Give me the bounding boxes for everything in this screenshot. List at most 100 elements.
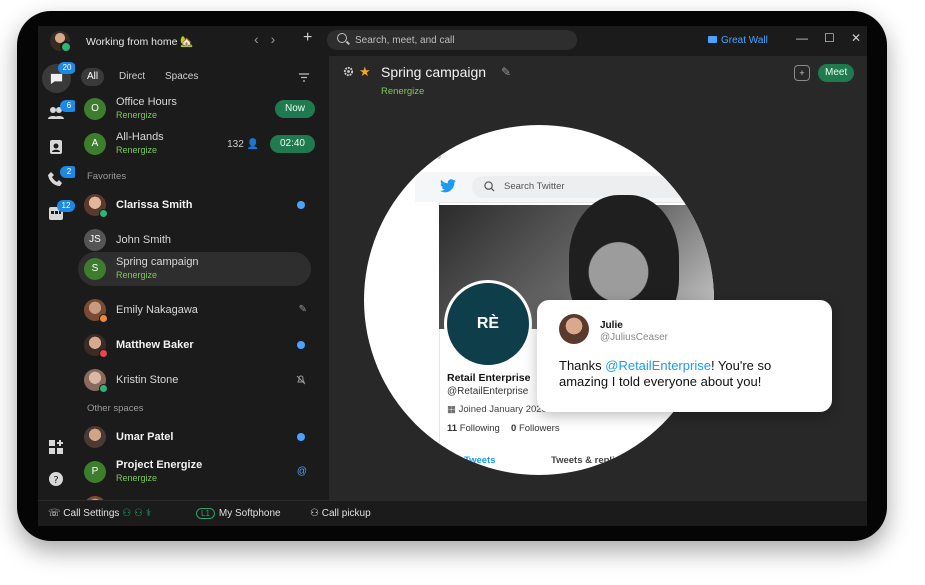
call-settings[interactable]: ☏ Call Settings ⚇ ⚇ ⚕ (48, 508, 151, 519)
filter-direct[interactable]: Direct (113, 68, 151, 86)
item-name: Kristin Stone (116, 374, 179, 386)
item-team: Renergize (116, 145, 158, 155)
window-dot (437, 155, 441, 159)
contacts-icon[interactable] (47, 138, 65, 156)
tab-tweets: Tweets (464, 455, 496, 466)
profile-handle: @RetailEnterprise (447, 386, 529, 397)
list-item-matthew-baker[interactable]: Matthew Baker (78, 328, 311, 362)
meetings-badge: 12 (57, 200, 75, 212)
unread-indicator (297, 433, 305, 441)
draft-pencil-icon: ✎ (298, 304, 307, 315)
item-name: Emily Nakagawa (116, 304, 198, 316)
tweet-author-handle: @JuliusCeaser (600, 332, 668, 343)
item-name: Clarissa Smith (116, 199, 193, 211)
status-message[interactable]: Working from home 🏡 (86, 35, 193, 48)
meet-button[interactable]: Meet (818, 64, 855, 82)
following-label: Following (459, 423, 500, 434)
my-avatar[interactable] (50, 31, 72, 53)
search-input[interactable]: Search, meet, and call (327, 30, 577, 50)
item-name: All-Hands (116, 131, 164, 143)
location-icon (708, 36, 717, 43)
favorite-star-icon[interactable]: ★ (359, 64, 371, 80)
settings-gear-icon[interactable] (343, 66, 354, 77)
list-item-kristin-stone[interactable]: Kristin Stone (78, 363, 311, 397)
window-dots (430, 146, 460, 159)
twitter-bird-icon (440, 179, 456, 193)
space-avatar: O (84, 98, 106, 120)
help-icon[interactable]: ? (47, 470, 65, 488)
filter-spaces[interactable]: Spaces (159, 68, 204, 86)
forward-arrow-icon[interactable]: › (271, 31, 288, 47)
list-item-all-hands[interactable]: A All-Hands Renergize 132 👤 02:40 (78, 127, 315, 161)
tweet-mention: @RetailEnterprise (605, 358, 711, 373)
call-pickup[interactable]: ⚇ Call pickup (310, 508, 371, 519)
profile-logo: RÈ (444, 280, 532, 368)
maximize-icon[interactable]: ☐ (824, 31, 835, 45)
filter-icon[interactable] (299, 73, 309, 82)
tweet-avatar (559, 314, 589, 344)
item-name: Office Hours (116, 96, 177, 108)
bottom-bar: ☏ Call Settings ⚇ ⚇ ⚕ L1 My Softphone ⚇ C… (38, 500, 867, 526)
close-icon[interactable]: ✕ (851, 31, 861, 45)
line-badge: L1 (196, 508, 215, 519)
add-to-space-icon[interactable]: + (794, 65, 810, 81)
twitter-search-input[interactable]: Search Twitter (472, 176, 714, 198)
avatar (84, 369, 108, 393)
join-now-button[interactable]: Now (274, 100, 315, 118)
presence-dot (99, 384, 108, 393)
presence-dot (99, 209, 108, 218)
followers-label: Followers (518, 423, 560, 434)
item-name: Project Energize (116, 459, 203, 471)
mention-icon: @ (296, 466, 307, 477)
tweet-text-start: Thanks (559, 358, 606, 373)
participant-count: 132 👤 (227, 139, 259, 150)
minimize-icon[interactable]: — (796, 31, 808, 45)
edit-title-icon[interactable]: ✎ (501, 65, 511, 79)
apps-icon[interactable] (47, 438, 65, 456)
list-item-project-energize[interactable]: P Project Energize Renergize @ (78, 455, 311, 489)
svg-text:?: ? (53, 475, 58, 486)
filter-all[interactable]: All (81, 68, 105, 86)
profile-name: Retail Enterprise (447, 372, 531, 384)
avatar: JS (84, 229, 106, 251)
phone-settings-icon: ☏ (48, 508, 61, 519)
joined-date: ▦ Joined January 2020 (447, 404, 547, 415)
history-nav: ‹› (254, 31, 287, 47)
call-pickup-label: Call pickup (321, 508, 371, 519)
item-name: Umar Patel (116, 431, 174, 443)
call-pickup-icon: ⚇ (310, 508, 319, 519)
profile-left-border (415, 202, 440, 475)
tab-tweets-replies: Tweets & replies (551, 455, 626, 466)
meeting-timer-button[interactable]: 02:40 (269, 135, 315, 153)
presence-dot (60, 41, 72, 53)
back-arrow-icon[interactable]: ‹ (254, 31, 271, 47)
avatar (84, 426, 106, 448)
calendar-icon: ▦ (447, 404, 456, 415)
presence-dot (99, 349, 108, 358)
list-item-umar-patel[interactable]: Umar Patel (78, 420, 311, 454)
title-bar: Working from home 🏡 ‹› + Search, meet, a… (38, 26, 867, 56)
following-count: 11 Following (447, 423, 500, 434)
list-item-office-hours[interactable]: O Office Hours Renergize Now (78, 92, 315, 126)
participant-number: 132 (227, 139, 244, 150)
conversation-list: All Direct Spaces O Office Hours Renergi… (75, 56, 359, 500)
twitter-search-placeholder: Search Twitter (504, 181, 565, 192)
call-settings-label: Call Settings (63, 508, 120, 519)
search-icon (484, 181, 495, 192)
location-label: Great Wall (721, 35, 768, 46)
list-item-clarissa-smith[interactable]: Clarissa Smith (78, 188, 311, 222)
avatar (84, 334, 108, 358)
list-item-spring-campaign[interactable]: S Spring campaign Renergize (78, 252, 311, 286)
window-dot (430, 155, 434, 159)
avatar (84, 194, 108, 218)
list-item-emily-nakagawa[interactable]: Emily Nakagawa ✎ (78, 293, 311, 327)
presence-dot (99, 314, 108, 323)
messaging-badge: 20 (58, 62, 76, 74)
softphone-line[interactable]: L1 My Softphone (196, 508, 281, 519)
location-indicator[interactable]: Great Wall (708, 35, 768, 46)
tweet-card: Julie @JuliusCeaser Thanks @RetailEnterp… (537, 300, 832, 412)
space-team[interactable]: Renergize (381, 86, 424, 97)
new-plus-icon[interactable]: + (303, 29, 312, 47)
unread-indicator (297, 201, 305, 209)
softphone-label: My Softphone (218, 508, 281, 519)
